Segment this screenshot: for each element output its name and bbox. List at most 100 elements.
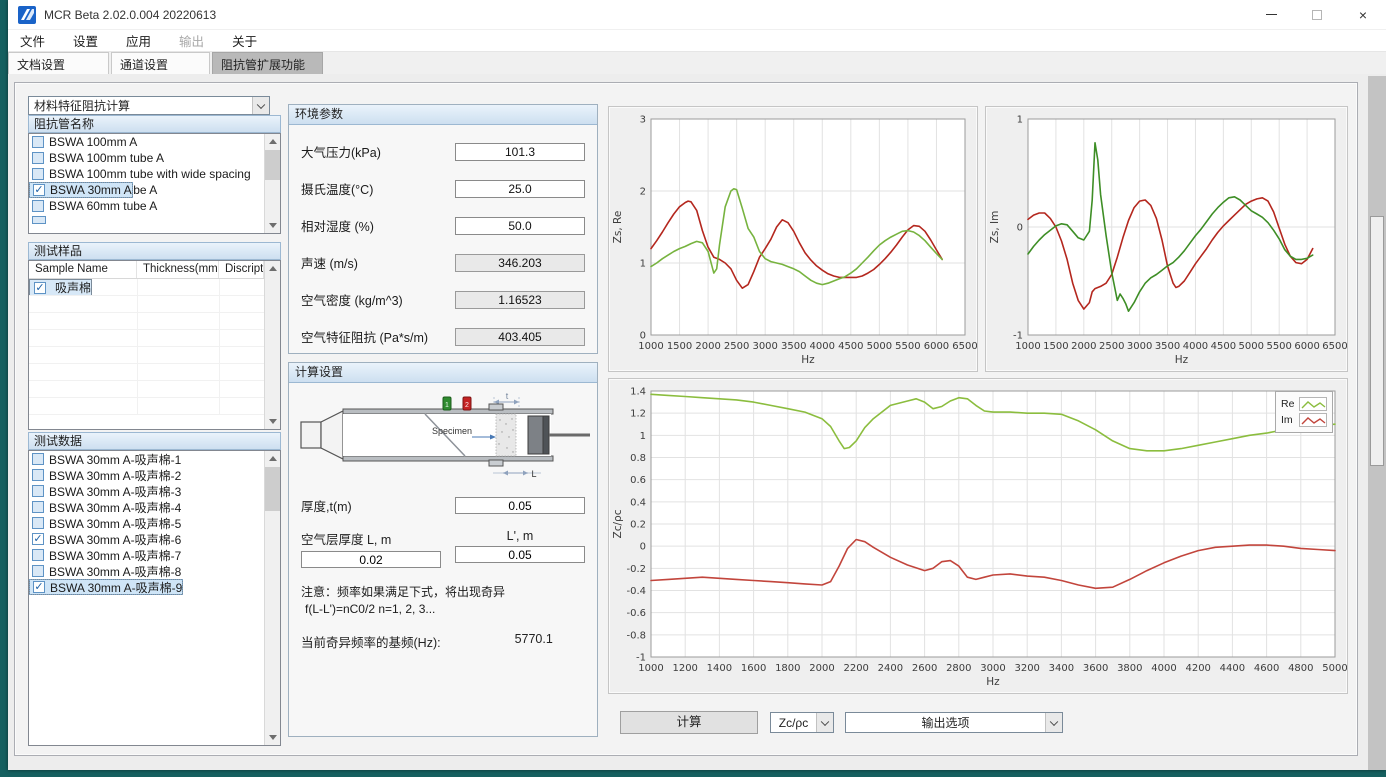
sample-empty-row [29, 398, 264, 415]
tube-item-3[interactable]: ✓ BSWA 30mm A [29, 182, 133, 198]
tab-1[interactable]: 通道设置 [111, 52, 210, 74]
svg-text:1.4: 1.4 [630, 387, 646, 398]
dataset-item-3[interactable]: BSWA 30mm A-吸声棉-4 [29, 499, 264, 515]
chevron-down-icon[interactable] [1045, 713, 1062, 732]
impedance-tube-diagram: t [297, 389, 591, 481]
menu-item-0[interactable]: 文件 [20, 31, 45, 50]
svg-text:5000: 5000 [1239, 341, 1264, 352]
title-bar: MCR Beta 2.02.0.004 20220613 × [8, 0, 1386, 30]
tube-checkbox-2[interactable] [32, 168, 44, 180]
dataset-checkbox-1[interactable] [32, 469, 44, 481]
dataset-checkbox-7[interactable] [32, 565, 44, 577]
calc-mode-value: 材料特征阻抗计算 [29, 97, 252, 114]
env-field-input-2[interactable] [455, 217, 585, 235]
tube-label-5: BSWA 60mm tube A [49, 199, 157, 213]
air-layer-Lp-input[interactable] [455, 546, 585, 563]
dataset-checkbox-3[interactable] [32, 501, 44, 513]
window-scrollbar[interactable] [1368, 76, 1386, 770]
data-list: BSWA 30mm A-吸声棉-1BSWA 30mm A-吸声棉-2BSWA 3… [28, 450, 281, 746]
menu-item-1[interactable]: 设置 [73, 31, 98, 50]
svg-text:4000: 4000 [1183, 341, 1208, 352]
sample-empty-row [29, 347, 264, 364]
chart-zc-rhoc: 1000120014001600180020002200240026002800… [608, 378, 1348, 694]
tube-label-3: BSWA 30mm A [50, 183, 132, 197]
chart-canvas: 1000120014001600180020002200240026002800… [609, 379, 1347, 693]
dataset-item-5[interactable]: ✓BSWA 30mm A-吸声棉-6 [29, 531, 264, 547]
svg-text:1000: 1000 [1015, 341, 1040, 352]
scroll-down-icon[interactable] [269, 223, 277, 228]
chevron-down-icon[interactable] [816, 713, 833, 732]
svg-text:-1: -1 [636, 653, 646, 664]
tube-list: BSWA 100mm ABSWA 100mm tube ABSWA 100mm … [28, 133, 281, 234]
scroll-down-icon[interactable] [269, 735, 277, 740]
svg-text:4000: 4000 [1151, 663, 1176, 674]
tube-item-2[interactable]: BSWA 100mm tube with wide spacing [29, 166, 264, 182]
dataset-checkbox-0[interactable] [32, 453, 44, 465]
svg-text:2000: 2000 [809, 663, 834, 674]
sample-empty-row [29, 364, 264, 381]
dataset-item-4[interactable]: BSWA 30mm A-吸声棉-5 [29, 515, 264, 531]
env-field-label-3: 声速 (m/s) [301, 253, 358, 272]
svg-text:Zc/ρc: Zc/ρc [612, 509, 624, 538]
menu-item-4[interactable]: 关于 [232, 31, 257, 50]
tube-label-0: BSWA 100mm A [49, 135, 137, 149]
legend-label: Re [1281, 398, 1299, 410]
dataset-item-0[interactable]: BSWA 30mm A-吸声棉-1 [29, 451, 264, 467]
data-list-scrollbar[interactable] [264, 451, 280, 745]
env-field-row-3: 声速 (m/s) [289, 244, 597, 281]
menu-item-3: 输出 [179, 31, 204, 50]
dataset-checkbox-8[interactable]: ✓ [33, 581, 45, 593]
env-field-label-5: 空气特征阻抗 (Pa*s/m) [301, 327, 428, 346]
app-icon [18, 6, 36, 24]
tube-item-0[interactable]: BSWA 100mm A [29, 134, 264, 150]
env-params-header: 环境参数 [289, 105, 597, 125]
unit-select[interactable]: Zc/ρc [770, 712, 834, 733]
minimize-button[interactable] [1248, 0, 1294, 29]
tube-item-5[interactable]: BSWA 60mm tube A [29, 198, 264, 214]
dataset-checkbox-5[interactable]: ✓ [32, 533, 44, 545]
tube-list-scrollbar[interactable] [264, 134, 280, 233]
scroll-up-icon[interactable] [269, 266, 277, 271]
tab-0[interactable]: 文档设置 [8, 52, 109, 74]
tube-checkbox-0[interactable] [32, 136, 44, 148]
svg-text:3600: 3600 [1083, 663, 1108, 674]
scroll-down-icon[interactable] [269, 419, 277, 424]
svg-text:3: 3 [640, 115, 646, 126]
chevron-down-icon[interactable] [252, 97, 269, 114]
dataset-checkbox-2[interactable] [32, 485, 44, 497]
dataset-label-8: BSWA 30mm A-吸声棉-9 [50, 579, 182, 596]
env-field-input-0[interactable] [455, 143, 585, 161]
dataset-item-6[interactable]: BSWA 30mm A-吸声棉-7 [29, 547, 264, 563]
close-button[interactable]: × [1340, 0, 1386, 29]
scroll-up-icon[interactable] [269, 456, 277, 461]
scroll-up-icon[interactable] [269, 139, 277, 144]
thickness-input[interactable] [455, 497, 585, 514]
svg-text:0: 0 [640, 542, 646, 553]
svg-text:-0.8: -0.8 [626, 630, 646, 641]
calculate-button[interactable]: 计算 [620, 711, 758, 734]
svg-text:5000: 5000 [1322, 663, 1347, 674]
air-layer-L-input[interactable] [301, 551, 441, 568]
tube-checkbox-3[interactable]: ✓ [33, 184, 45, 196]
dataset-item-8[interactable]: ✓ BSWA 30mm A-吸声棉-9 [29, 579, 183, 595]
env-field-row-2: 相对湿度 (%) [289, 207, 597, 244]
menu-item-2[interactable]: 应用 [126, 31, 151, 50]
dataset-item-1[interactable]: BSWA 30mm A-吸声棉-2 [29, 467, 264, 483]
env-field-label-0: 大气压力(kPa) [301, 142, 381, 161]
dataset-checkbox-4[interactable] [32, 517, 44, 529]
chart-zs-re: 1000150020002500300035004000450050005500… [608, 106, 978, 372]
dataset-checkbox-6[interactable] [32, 549, 44, 561]
tube-checkbox-5[interactable] [32, 200, 44, 212]
tube-item-1[interactable]: BSWA 100mm tube A [29, 150, 264, 166]
tab-2[interactable]: 阻抗管扩展功能 [212, 52, 323, 74]
scrollbar-thumb[interactable] [1370, 216, 1384, 466]
svg-text:4500: 4500 [1211, 341, 1236, 352]
dataset-item-2[interactable]: BSWA 30mm A-吸声棉-3 [29, 483, 264, 499]
sample-table-scrollbar[interactable] [264, 261, 280, 429]
maximize-button[interactable] [1294, 0, 1340, 29]
calc-mode-select[interactable]: 材料特征阻抗计算 [28, 96, 270, 115]
dataset-item-7[interactable]: BSWA 30mm A-吸声棉-8 [29, 563, 264, 579]
tube-checkbox-1[interactable] [32, 152, 44, 164]
output-options-select[interactable]: 输出选项 [845, 712, 1063, 733]
env-field-input-1[interactable] [455, 180, 585, 198]
